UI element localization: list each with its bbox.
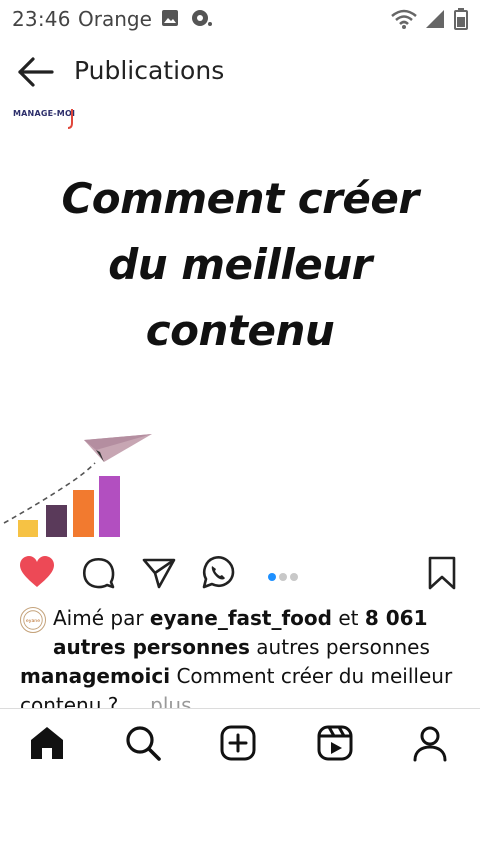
profile-icon[interactable] bbox=[410, 723, 450, 763]
paper-plane-icon bbox=[84, 434, 152, 462]
likes-suffix: autres personnes bbox=[256, 635, 430, 659]
bottom-nav bbox=[0, 709, 480, 781]
wifi-icon bbox=[391, 9, 417, 29]
status-carrier: Orange bbox=[78, 7, 152, 31]
growth-bar bbox=[99, 476, 120, 537]
search-icon[interactable] bbox=[123, 723, 163, 763]
page-title: Publications bbox=[74, 56, 225, 85]
home-icon[interactable] bbox=[27, 723, 67, 763]
caption-more[interactable]: ... plus bbox=[125, 693, 192, 708]
comment-icon[interactable] bbox=[80, 555, 116, 591]
post-caption: managemoici Comment créer du meilleur co… bbox=[20, 662, 470, 708]
brand-logo: MANAGE-MOI bbox=[13, 109, 76, 118]
battery-icon bbox=[454, 8, 468, 30]
carousel-dots bbox=[268, 568, 312, 581]
growth-bar bbox=[46, 505, 67, 537]
carousel-dot bbox=[268, 573, 276, 581]
growth-bar bbox=[18, 520, 38, 537]
likes-prefix: Aimé par bbox=[53, 606, 144, 630]
headline-line: du meilleur bbox=[108, 240, 372, 289]
post-headline: Comment créer du meilleur contenu bbox=[20, 166, 460, 364]
signal-icon bbox=[426, 10, 444, 28]
arrow-left-icon[interactable] bbox=[16, 52, 56, 92]
add-post-icon[interactable] bbox=[218, 723, 258, 763]
carousel-dot bbox=[279, 573, 287, 581]
status-bar: 23:46 Orange bbox=[0, 0, 480, 36]
whatsapp-icon[interactable] bbox=[200, 555, 236, 591]
carousel-dot bbox=[290, 573, 298, 581]
bookmark-icon[interactable] bbox=[424, 555, 460, 591]
likes-summary[interactable]: Aimé par eyane_fast_food et 8 061 autres… bbox=[53, 604, 463, 662]
reels-icon[interactable] bbox=[315, 723, 355, 763]
heart-icon[interactable] bbox=[19, 555, 55, 591]
svg-text:eyane: eyane bbox=[26, 619, 40, 624]
image-icon bbox=[162, 10, 178, 26]
avatar[interactable]: eyane bbox=[20, 607, 46, 633]
growth-bar bbox=[73, 490, 94, 537]
growth-bars-icon bbox=[3, 434, 152, 537]
send-icon[interactable] bbox=[141, 555, 177, 591]
header: Publications bbox=[0, 40, 480, 102]
likes-user[interactable]: eyane_fast_food bbox=[150, 606, 332, 630]
status-time: 23:46 bbox=[12, 7, 71, 31]
headline-line: contenu bbox=[145, 306, 335, 355]
post-actions bbox=[0, 552, 480, 594]
vpn-icon bbox=[192, 10, 212, 26]
brand-mark-icon bbox=[67, 109, 73, 129]
likes-connector: et bbox=[338, 606, 359, 630]
caption-username[interactable]: managemoici bbox=[20, 664, 170, 688]
headline-line: Comment créer bbox=[61, 174, 419, 223]
